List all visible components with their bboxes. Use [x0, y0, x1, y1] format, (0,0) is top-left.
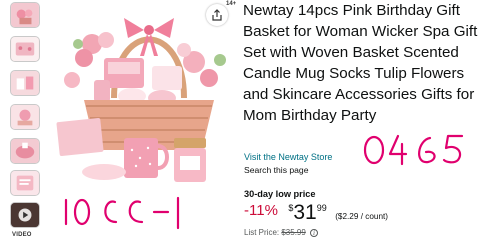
- thumbnail-video[interactable]: [10, 202, 40, 228]
- discount-percent: -11%: [244, 202, 278, 219]
- store-link[interactable]: Visit the Newtay Store: [244, 152, 332, 162]
- thumbnail-1[interactable]: [10, 2, 40, 28]
- thumbnail-2[interactable]: [10, 36, 40, 62]
- info-icon[interactable]: i: [310, 228, 319, 237]
- price-row: -11% $3199 ($2.29 / count): [244, 202, 388, 226]
- list-price-value: $35.99: [281, 228, 306, 237]
- handwritten-annotation-left: [60, 192, 210, 232]
- search-this-page-link[interactable]: Search this page: [244, 165, 309, 175]
- low-price-badge: 30-day low price: [244, 189, 316, 199]
- main-product-image[interactable]: [44, 0, 239, 192]
- price-fraction: 99: [316, 203, 327, 213]
- handwritten-annotation-right: [360, 130, 470, 170]
- list-price-label: List Price:: [244, 228, 280, 237]
- thumbnail-column: VIDEO: [8, 0, 44, 250]
- thumbnail-6[interactable]: [10, 170, 40, 196]
- photo-count: 14+: [226, 1, 237, 7]
- share-icon: [212, 9, 222, 21]
- video-label: VIDEO: [12, 232, 32, 238]
- thumbnail-4[interactable]: [10, 104, 40, 130]
- share-button[interactable]: [206, 4, 228, 26]
- price-currency: $: [288, 203, 294, 213]
- price-whole: 31: [293, 201, 317, 224]
- thumbnail-3[interactable]: [10, 70, 40, 96]
- scented-candle: [174, 138, 206, 182]
- list-price: List Price: $35.99 i: [244, 228, 319, 237]
- unit-price: ($2.29 / count): [335, 212, 388, 221]
- product-title: Newtay 14pcs Pink Birthday Gift Basket f…: [243, 2, 478, 124]
- thumbnail-5[interactable]: [10, 138, 40, 164]
